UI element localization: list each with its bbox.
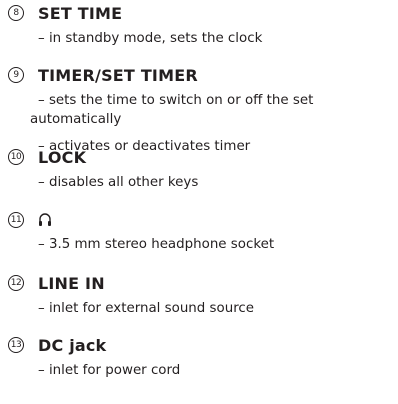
manual-controls-list: 8 SET TIME – in standby mode, sets the c… [0, 0, 398, 404]
item-title: DC jack [38, 336, 107, 355]
headphone-icon [39, 213, 51, 226]
item-description: – 3.5 mm stereo headphone socket [38, 237, 275, 252]
item-description: – in standby mode, sets the clock [38, 31, 263, 46]
item-title: LOCK [38, 148, 87, 167]
item-title: LINE IN [38, 274, 105, 293]
item-description: – inlet for power cord [38, 363, 181, 378]
item-number-badge: 9 [8, 67, 24, 83]
item-number-badge: 8 [8, 5, 24, 21]
item-description: – inlet for external sound source [38, 301, 255, 316]
item-number-badge: 11 [8, 212, 24, 228]
item-title: TIMER/SET TIMER [38, 66, 198, 85]
item-number-badge: 13 [8, 337, 24, 353]
item-description: – disables all other keys [38, 175, 199, 190]
item-number-badge: 10 [8, 149, 24, 165]
item-number-badge: 12 [8, 275, 24, 291]
item-title: SET TIME [38, 4, 123, 23]
item-description: – sets the time to switch on or off the … [30, 93, 314, 127]
